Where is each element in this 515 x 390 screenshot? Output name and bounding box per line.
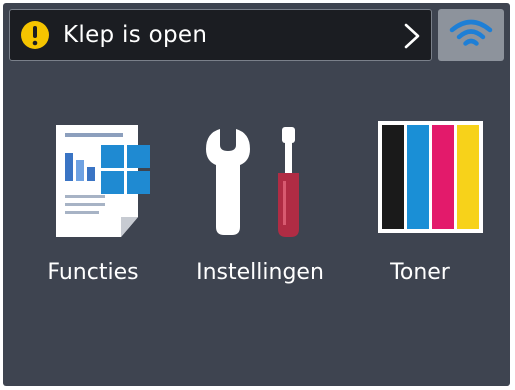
functions-label: Functies	[47, 260, 139, 285]
tools-wrench-screwdriver-icon	[206, 127, 299, 237]
functions-document-icon	[56, 125, 150, 237]
functions-tile[interactable]: Functies	[13, 115, 173, 305]
toner-yellow	[457, 125, 479, 229]
settings-tile[interactable]: Instellingen	[180, 115, 340, 305]
printer-home-screen: Klep is open Functies Instellingen Toner	[3, 3, 510, 386]
toner-magenta	[432, 125, 454, 229]
wifi-icon	[449, 19, 493, 46]
toner-cyan	[407, 125, 429, 229]
toner-tile[interactable]: Toner	[340, 115, 500, 305]
status-message: Klep is open	[63, 22, 208, 48]
toner-cartridges-icon	[378, 121, 483, 233]
settings-label: Instellingen	[196, 260, 324, 285]
toner-black	[382, 125, 404, 229]
status-bar[interactable]: Klep is open	[9, 9, 432, 61]
warning-icon	[19, 19, 51, 51]
wifi-button[interactable]	[438, 9, 504, 61]
toner-label: Toner	[390, 260, 450, 285]
chevron-right-icon	[404, 23, 420, 49]
